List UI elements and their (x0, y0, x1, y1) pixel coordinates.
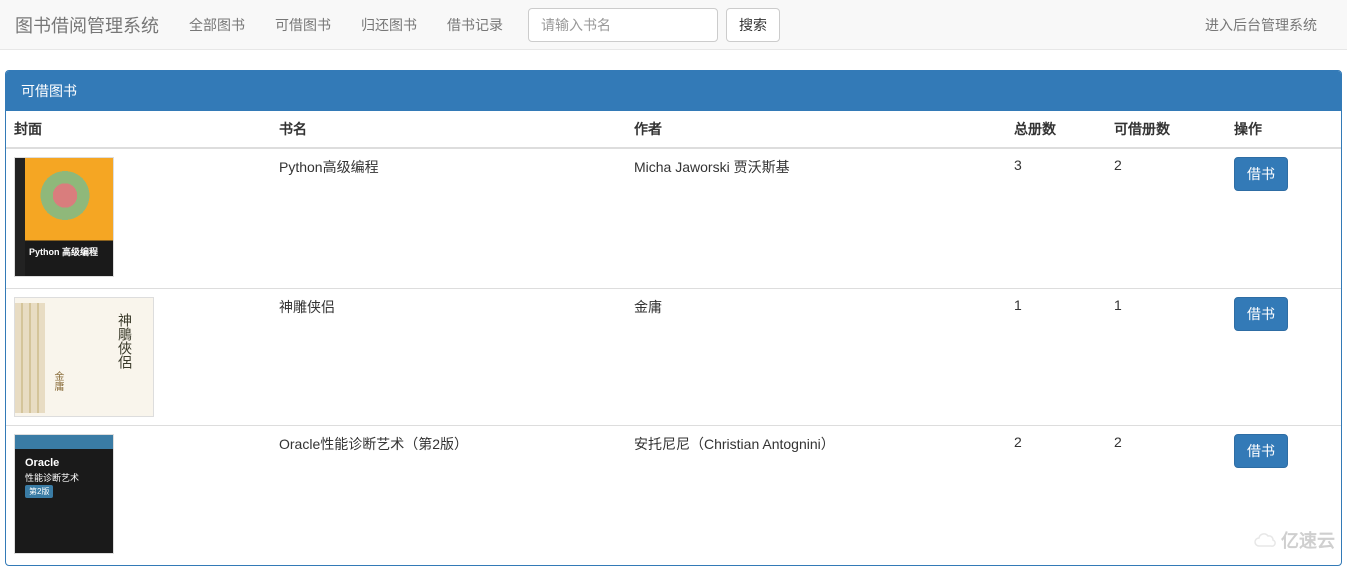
main-container: 可借图书 封面 书名 作者 总册数 可借册数 操作 Python高级编程 (0, 70, 1347, 566)
cell-available: 2 (1106, 148, 1226, 289)
book-cover-icon: 第2版 (14, 434, 114, 554)
cell-action: 借书 (1226, 148, 1341, 289)
navbar: 图书借阅管理系统 全部图书 可借图书 归还图书 借书记录 搜索 进入后台管理系统 (0, 0, 1347, 50)
cell-author: Micha Jaworski 贾沃斯基 (626, 148, 1006, 289)
cell-action: 借书 (1226, 426, 1341, 566)
cell-cover (6, 148, 271, 289)
cell-title: Python高级编程 (271, 148, 626, 289)
book-cover-icon (14, 297, 154, 417)
th-action: 操作 (1226, 111, 1341, 148)
cell-available: 1 (1106, 289, 1226, 426)
cell-cover: 第2版 (6, 426, 271, 566)
cell-total: 2 (1006, 426, 1106, 566)
cell-action: 借书 (1226, 289, 1341, 426)
th-available: 可借册数 (1106, 111, 1226, 148)
search-input[interactable] (528, 8, 718, 42)
nav-left: 图书借阅管理系统 全部图书 可借图书 归还图书 借书记录 搜索 (15, 0, 780, 50)
nav-borrow-records[interactable]: 借书记录 (432, 0, 518, 50)
th-total: 总册数 (1006, 111, 1106, 148)
table-header-row: 封面 书名 作者 总册数 可借册数 操作 (6, 111, 1341, 148)
cell-title: 神雕侠侣 (271, 289, 626, 426)
th-title: 书名 (271, 111, 626, 148)
cell-total: 3 (1006, 148, 1106, 289)
cell-available: 2 (1106, 426, 1226, 566)
table-row: 神雕侠侣 金庸 1 1 借书 (6, 289, 1341, 426)
borrow-button[interactable]: 借书 (1234, 297, 1288, 331)
books-table: 封面 书名 作者 总册数 可借册数 操作 Python高级编程 Micha Ja… (6, 111, 1341, 565)
cell-author: 安托尼尼（Christian Antognini） (626, 426, 1006, 566)
search-form: 搜索 (528, 8, 780, 42)
book-cover-icon (14, 157, 114, 277)
brand-title: 图书借阅管理系统 (15, 12, 174, 38)
nav-admin-link[interactable]: 进入后台管理系统 (1190, 2, 1332, 48)
nav-right: 进入后台管理系统 (1190, 15, 1332, 35)
cell-author: 金庸 (626, 289, 1006, 426)
panel-heading: 可借图书 (6, 71, 1341, 111)
th-cover: 封面 (6, 111, 271, 148)
cell-cover (6, 289, 271, 426)
search-button[interactable]: 搜索 (726, 8, 780, 42)
nav-return-books[interactable]: 归还图书 (346, 0, 432, 50)
nav-all-books[interactable]: 全部图书 (174, 0, 260, 50)
cell-total: 1 (1006, 289, 1106, 426)
table-row: 第2版 Oracle性能诊断艺术（第2版） 安托尼尼（Christian Ant… (6, 426, 1341, 566)
cell-title: Oracle性能诊断艺术（第2版） (271, 426, 626, 566)
th-author: 作者 (626, 111, 1006, 148)
books-panel: 可借图书 封面 书名 作者 总册数 可借册数 操作 Python高级编程 (5, 70, 1342, 566)
nav-available-books[interactable]: 可借图书 (260, 0, 346, 50)
table-row: Python高级编程 Micha Jaworski 贾沃斯基 3 2 借书 (6, 148, 1341, 289)
borrow-button[interactable]: 借书 (1234, 157, 1288, 191)
borrow-button[interactable]: 借书 (1234, 434, 1288, 468)
